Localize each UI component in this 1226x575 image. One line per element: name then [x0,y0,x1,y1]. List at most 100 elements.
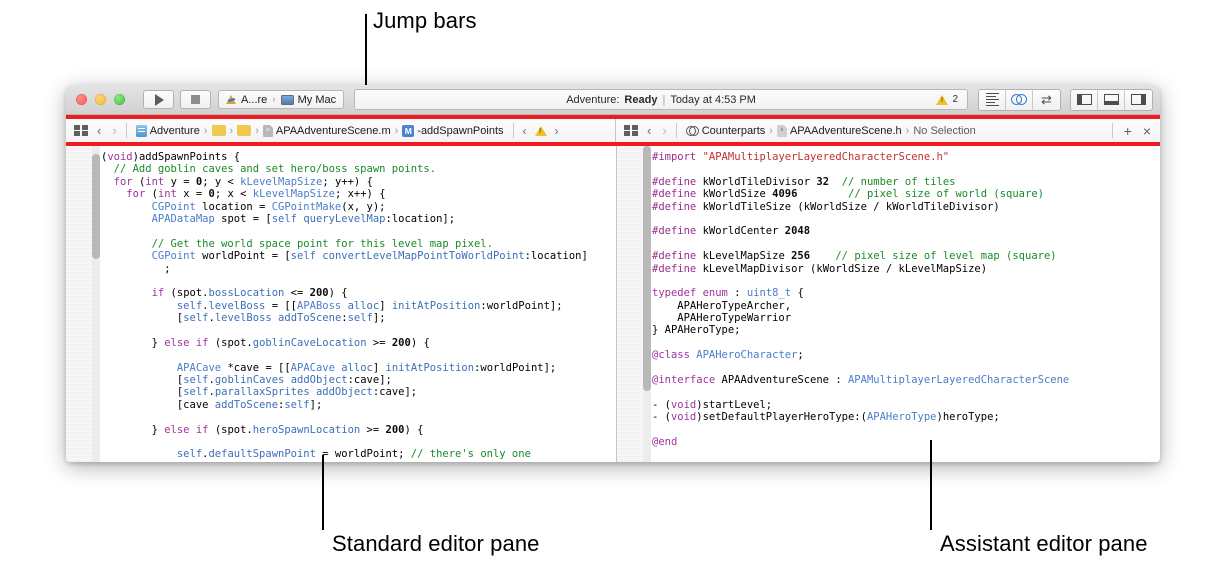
close-button[interactable] [76,94,87,105]
related-items-icon[interactable] [74,124,88,137]
code-line: APACave *cave = [[APACave alloc] initAtP… [176,361,557,374]
code-line: APAHeroTypeArcher, [652,299,792,312]
breadcrumb-item-project[interactable]: Adventure [135,124,200,137]
code-line: } else if (spot.heroSpawnLocation >= 200… [101,423,424,436]
code-line: @interface APAAdventureScene : APAMultip… [652,374,1070,387]
navigator-toggle-button[interactable] [1071,89,1098,110]
project-icon [135,124,147,137]
assistant-editor-gutter [617,146,651,462]
standard-editor-button[interactable] [979,89,1006,110]
previous-issue-button[interactable]: ‹ [523,125,527,137]
breadcrumb-item-file[interactable]: m APAAdventureScene.m [262,124,391,137]
close-assistant-editor-button[interactable]: × [1143,124,1151,138]
breadcrumb-item-counterparts[interactable]: Counterparts [685,124,766,137]
scheme-destination-selector[interactable]: A...re › My Mac [218,90,345,109]
utilities-toggle-button[interactable] [1125,90,1152,110]
assistant-editor-scrollbar[interactable] [643,146,651,462]
code-line: self.levelBoss = [[APABoss alloc] initAt… [176,299,563,312]
code-line: } else if (spot.goblinCaveLocation >= 20… [101,336,430,349]
code-line: // Add goblin caves and set hero/boss sp… [101,163,437,176]
run-button[interactable] [143,90,174,109]
method-m-icon: M [402,124,415,137]
code-line: for (int x = 0; x < kLevelMapSize; x++) … [126,188,386,201]
code-line: #define kWorldSize 4096 // pixel size of… [652,188,1044,201]
breadcrumb-item-file[interactable]: h APAAdventureScene.h [776,124,902,137]
code-line: ; [101,262,171,275]
code-line: @end [652,435,678,448]
breadcrumb-label: APAAdventureScene.m [275,124,391,137]
code-line: self.defaultSpawnPoint = worldPoint; // … [176,448,531,461]
warning-count: 2 [952,94,958,105]
scheme-separator: › [272,94,276,105]
annotation-label-standard-editor-pane: Standard editor pane [332,531,540,556]
breadcrumb-item-selection[interactable]: No Selection [913,125,975,137]
standard-editor-code[interactable]: (void)addSpawnPoints { // Add goblin cav… [93,146,616,462]
debug-area-toggle-button[interactable] [1098,89,1125,110]
next-issue-button[interactable]: › [555,125,559,137]
jump-bar-divider [512,123,514,138]
back-button[interactable]: ‹ [97,124,101,137]
standard-editor-jump-bar[interactable]: ‹ › Adventure › › › m APAAdventureScene.… [66,119,616,142]
forward-button[interactable]: › [112,124,116,137]
scrollbar-thumb[interactable] [643,146,651,391]
code-line: #define kLevelMapSize 256 // pixel size … [652,250,1057,263]
add-assistant-editor-button[interactable]: + [1124,124,1132,138]
xcode-app-icon [226,94,237,105]
code-line: #define kWorldTileSize (kWorldSize / kWo… [652,200,1000,213]
status-divider: | [662,93,666,106]
assistant-editor-code[interactable]: #import "APAMultiplayerLayeredCharacterS… [644,146,1160,462]
activity-status-bar[interactable]: Adventure: Ready | Today at 4:53 PM 2 [354,89,968,110]
jump-bar-navigation: ‹ › [97,124,117,137]
lines-icon [985,92,999,107]
standard-editor-gutter [66,146,100,462]
forward-button[interactable]: › [662,124,666,137]
assistant-editor-pane[interactable]: #import "APAMultiplayerLayeredCharacterS… [617,146,1160,462]
breadcrumb-label: Counterparts [701,124,766,137]
breadcrumb-item-symbol[interactable]: M -addSpawnPoints [402,124,504,137]
play-icon [155,93,164,106]
folder-icon [211,124,226,136]
minimize-button[interactable] [95,94,106,105]
code-line: #define kLevelMapDivisor (kWorldSize / k… [652,262,988,275]
standard-editor-scrollbar[interactable] [92,146,100,462]
bottom-panel-icon [1103,94,1119,105]
breadcrumb-separator: › [394,124,399,137]
back-button[interactable]: ‹ [647,124,651,137]
editor-mode-segmented-control: ⇄ [978,88,1061,111]
assistant-editor-button[interactable] [1006,89,1033,110]
breadcrumb-separator: › [905,124,910,137]
zoom-button[interactable] [114,94,125,105]
code-line: // Get the world space point for this le… [101,237,493,250]
breadcrumb-item-group-1[interactable] [211,124,226,136]
counterparts-icon [685,125,699,136]
jump-bar-navigation: ‹ › [647,124,667,137]
status-time: Today at 4:53 PM [670,93,756,106]
breadcrumb: Adventure › › › m APAAdventureScene.m › … [135,124,504,137]
code-line: APAHeroTypeWarrior [652,312,792,325]
standard-editor-pane[interactable]: (void)addSpawnPoints { // Add goblin cav… [66,146,617,462]
version-editor-button[interactable]: ⇄ [1033,90,1060,110]
scrollbar-thumb[interactable] [92,154,100,259]
code-line: @class APAHeroCharacter; [652,349,804,362]
code-line: APADataMap spot = [self queryLevelMap:lo… [151,212,456,225]
code-line: CGPoint location = CGPointMake(x, y); [151,200,386,213]
assistant-editor-jump-bar[interactable]: ‹ › Counterparts › h APAAdventureScene.h… [616,119,1160,142]
h-file-icon: h [776,124,787,137]
code-line: - (void)startLevel; [652,398,773,411]
annotation-label-jump-bars: Jump bars [373,8,477,33]
related-items-icon[interactable] [624,124,638,137]
toolbar-right-controls: ⇄ [978,88,1153,111]
issue-counter[interactable]: 2 [936,94,958,105]
code-line: } APAHeroType; [652,324,741,337]
stop-button[interactable] [180,90,211,109]
jump-bar-divider [675,123,677,138]
right-panel-icon [1131,94,1146,105]
breadcrumb-item-group-2[interactable] [237,124,252,136]
warning-triangle-icon[interactable] [534,125,547,136]
code-line: [self.levelBoss addToScene:self]; [101,312,386,325]
